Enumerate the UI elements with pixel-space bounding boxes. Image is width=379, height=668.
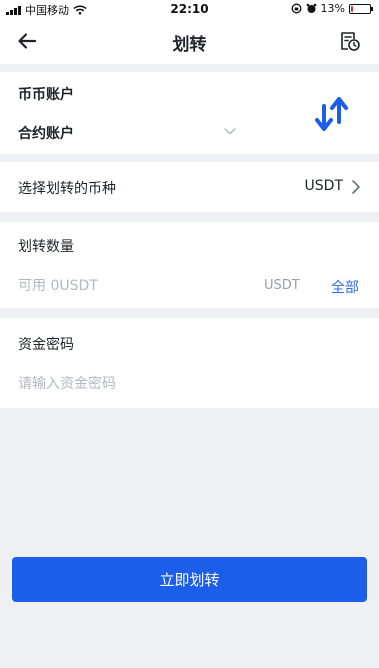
swap-arrows-icon[interactable] [312, 94, 352, 134]
arrow-left-icon[interactable] [14, 28, 40, 54]
account-selector: 币币账户 合约账户 [0, 72, 379, 154]
amount-unit: USDT [264, 278, 300, 293]
coin-select-value: USDT [304, 178, 343, 194]
alarm-icon [306, 3, 316, 13]
status-bar: 中国移动 22:10 13% [0, 0, 379, 18]
battery-level [351, 5, 354, 12]
to-account-select[interactable]: 合约账户 [18, 123, 74, 143]
password-label: 资金密码 [18, 337, 74, 353]
coin-select-row[interactable]: 选择划转的币种 USDT [0, 162, 379, 212]
chevron-right-icon [352, 180, 360, 194]
amount-label: 划转数量 [18, 239, 74, 255]
fund-password-input[interactable] [18, 372, 358, 396]
password-section: 资金密码 [0, 318, 379, 408]
transfer-now-button[interactable]: 立即划转 [12, 557, 367, 602]
battery-percent: 13% [320, 2, 345, 15]
transfer-record-icon[interactable] [339, 30, 361, 52]
battery-icon [349, 3, 373, 14]
nav-bar: 划转 [0, 18, 379, 64]
amount-input[interactable] [18, 274, 248, 298]
from-account-label: 币币账户 [18, 87, 74, 103]
page-title: 划转 [172, 35, 207, 55]
status-right: 13% [291, 2, 373, 15]
orientation-lock-icon [291, 3, 301, 14]
coin-select-label: 选择划转的币种 [18, 181, 116, 197]
all-amount-button[interactable]: 全部 [331, 277, 359, 297]
chevron-down-icon[interactable] [222, 125, 238, 137]
amount-section: 划转数量 USDT 全部 [0, 222, 379, 308]
transfer-screen: 中国移动 22:10 13% 划转 币币账户 合约账户 选择划转的币种 USDT… [0, 0, 379, 668]
